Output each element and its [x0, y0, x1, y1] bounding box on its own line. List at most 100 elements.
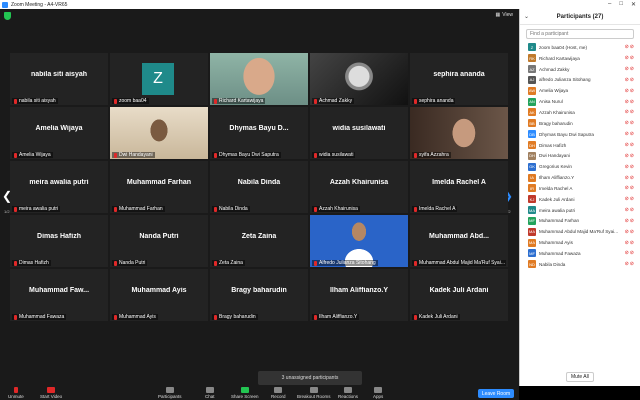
participant-tile[interactable]: Kadek Juli Ardani Kadek Juli Ardani: [410, 269, 508, 321]
close-icon[interactable]: ✕: [631, 1, 636, 8]
participant-label: Azzah Khairunisa: [312, 206, 360, 212]
participant-row[interactable]: AK Azzah Khairunisa ⊘⊘: [520, 107, 640, 118]
participant-tile[interactable]: Muhammad Abd... Muhammad Abdul Majid Ma'R…: [410, 215, 508, 267]
participant-row[interactable]: MF Muhammad Farhan ⊘⊘: [520, 216, 640, 227]
apps-button[interactable]: Apps: [373, 387, 383, 399]
participant-row[interactable]: MA Muhammad Ayis ⊘⊘: [520, 237, 640, 248]
participant-row[interactable]: Zzoom baa04 (Host, me) ⊘⊘: [520, 42, 640, 53]
participant-row[interactable]: ND Nabila Dinda ⊘⊘: [520, 259, 640, 270]
microphone-muted-icon: [314, 98, 317, 104]
participant-row[interactable]: DH Dimas Hafizh ⊘⊘: [520, 140, 640, 151]
participant-row[interactable]: IR Imelda Rachel A ⊘⊘: [520, 183, 640, 194]
participant-name: Dhymas Bayu Dwi Saputra: [539, 131, 594, 137]
start-video-button[interactable]: Start Video: [40, 387, 62, 399]
participant-label-text: Achmad Zakky: [319, 98, 353, 104]
mic-camera-off-icon: ⊘⊘: [624, 109, 635, 116]
participant-tile[interactable]: Achmad Zakky: [310, 53, 408, 105]
participant-tile[interactable]: Ilham Aliffianzo.Y Ilham Aliffianzo.Y: [310, 269, 408, 321]
participant-display-name: Azzah Khairunisa: [329, 179, 389, 186]
participant-tile[interactable]: Dhymas Bayu D... Dhymas Bayu Dwi Saputra: [210, 107, 308, 159]
avatar: IR: [528, 184, 536, 193]
participant-name: Muhammad Fawaza: [539, 250, 581, 256]
participant-tile[interactable]: Azzah Khairunisa Azzah Khairunisa: [310, 161, 408, 213]
view-button[interactable]: ▦ View: [496, 12, 513, 18]
participant-tile[interactable]: Nabila Dinda Nabila Dinda: [210, 161, 308, 213]
participant-tile[interactable]: Zzoom baa04: [110, 53, 208, 105]
participant-tile[interactable]: nabila siti aisyah nabila siti aisyah: [10, 53, 108, 105]
participant-display-name: widia susilawati: [332, 125, 386, 132]
participant-row[interactable]: IA Ilham Aliffianzo.Y ⊘⊘: [520, 172, 640, 183]
mic-camera-off-icon: ⊘⊘: [624, 250, 635, 257]
leave-room-button[interactable]: Leave Room: [478, 389, 514, 398]
mic-camera-off-icon: ⊘⊘: [624, 207, 635, 214]
participant-label-text: nabila siti aisyah: [19, 98, 56, 104]
breakout-rooms-icon: [309, 387, 318, 393]
participant-label-text: Bragy baharudin: [219, 314, 256, 320]
participant-tile[interactable]: Amelia Wijaya Amelia Wijaya: [10, 107, 108, 159]
participant-tile[interactable]: Nanda Putri Nanda Putri: [110, 215, 208, 267]
participant-search-input[interactable]: [530, 31, 633, 37]
microphone-muted-icon: [14, 152, 17, 158]
mic-camera-off-icon: ⊘⊘: [624, 142, 635, 149]
participant-row[interactable]: BB Bragy baharudin ⊘⊘: [520, 118, 640, 129]
security-shield-icon[interactable]: [4, 12, 11, 20]
participant-row[interactable]: MA meira awalia putri ⊘⊘: [520, 205, 640, 216]
microphone-muted-icon: [114, 98, 117, 104]
avatar: IA: [528, 173, 536, 182]
participant-tile[interactable]: widia susilawati widia susilawati: [310, 107, 408, 159]
participant-tile[interactable]: Imelda Rachel A Imelda Rachel A: [410, 161, 508, 213]
window-controls: – □ ✕: [608, 1, 640, 8]
participant-row[interactable]: MF Muhammad Fawaza ⊘⊘: [520, 248, 640, 259]
avatar: MF: [528, 249, 536, 258]
participant-tile[interactable]: Muhammad Farhan Muhammad Farhan: [110, 161, 208, 213]
participant-display-name: Zeta Zaina: [241, 233, 277, 240]
mute-all-button[interactable]: Mute All: [566, 372, 594, 382]
participant-label-text: Nanda Putri: [119, 260, 146, 266]
record-button[interactable]: Record: [271, 387, 286, 399]
participant-tile[interactable]: Muhammad Ayis Muhammad Ayis: [110, 269, 208, 321]
participant-tile[interactable]: Zeta Zaina Zeta Zaina: [210, 215, 308, 267]
participant-row[interactable]: AZ Achmad Zakky ⊘⊘: [520, 64, 640, 75]
participant-row[interactable]: MA Muhammad Abdul Majid Ma'Ruf Syai... ⊘⊘: [520, 226, 640, 237]
participant-display-name: Muhammad Farhan: [126, 179, 192, 186]
breakout-rooms-button[interactable]: Breakout Rooms: [297, 387, 331, 399]
participant-tile[interactable]: Alfredo Julianza Sitohang: [310, 215, 408, 267]
mic-camera-off-icon: ⊘⊘: [624, 55, 635, 62]
participant-tile[interactable]: meira awalia putri meira awalia putri: [10, 161, 108, 213]
participant-display-name: nabila siti aisyah: [30, 71, 88, 78]
mic-camera-off-icon: ⊘⊘: [624, 66, 635, 73]
participants-button[interactable]: Participants: [158, 387, 182, 399]
participant-row[interactable]: DB Dhymas Bayu Dwi Saputra ⊘⊘: [520, 129, 640, 140]
unassigned-participants-banner[interactable]: 3 unassigned participants: [258, 371, 362, 385]
share-screen-icon: [240, 387, 249, 393]
participant-tile[interactable]: Richard Kartawijaya: [210, 53, 308, 105]
participant-name: Amelia Wijaya: [539, 88, 569, 94]
minimize-icon[interactable]: –: [608, 1, 611, 8]
participant-tile[interactable]: syifa Azzahra: [410, 107, 508, 159]
share-screen-button[interactable]: Share Screen: [231, 387, 259, 399]
reactions-button[interactable]: Reactions: [338, 387, 358, 399]
participant-row[interactable]: RK Richard Kartawijaya ⊘⊘: [520, 53, 640, 64]
participant-row[interactable]: AJ alfredo Julianza Sitohang ⊘⊘: [520, 75, 640, 86]
participant-name: Azzah Khairunisa: [539, 109, 575, 115]
participant-row[interactable]: GK Gregorius Kevin ⊘⊘: [520, 161, 640, 172]
collapse-chevron-icon[interactable]: ⌄: [524, 13, 529, 20]
participant-tile[interactable]: Bragy baharudin Bragy baharudin: [210, 269, 308, 321]
participant-row[interactable]: KJ Kadek Juli Ardani ⊘⊘: [520, 194, 640, 205]
chat-button[interactable]: Chat: [205, 387, 215, 399]
unmute-button[interactable]: Unmute: [8, 387, 24, 399]
participant-row[interactable]: AN Anisa Nurul ⊘⊘: [520, 96, 640, 107]
participant-row[interactable]: DH Dwi Handayani ⊘⊘: [520, 150, 640, 161]
participant-tile[interactable]: sephira ananda sephira ananda: [410, 53, 508, 105]
microphone-muted-icon: [314, 152, 317, 158]
participant-tile[interactable]: Dwi Handayani: [110, 107, 208, 159]
participant-tile[interactable]: Dimas Hafizh Dimas Hafizh: [10, 215, 108, 267]
maximize-icon[interactable]: □: [619, 1, 623, 8]
avatar: Z: [528, 43, 536, 52]
participant-label-text: Muhammad Fawaza: [19, 314, 65, 320]
participant-row[interactable]: AW Amelia Wijaya ⊘⊘: [520, 85, 640, 96]
participant-display-name: Nanda Putri: [139, 233, 179, 240]
participant-tile[interactable]: Muhammad Faw... Muhammad Fawaza: [10, 269, 108, 321]
mic-camera-off-icon: ⊘⊘: [624, 44, 635, 51]
participant-label-text: Kadek Juli Ardani: [419, 314, 458, 320]
